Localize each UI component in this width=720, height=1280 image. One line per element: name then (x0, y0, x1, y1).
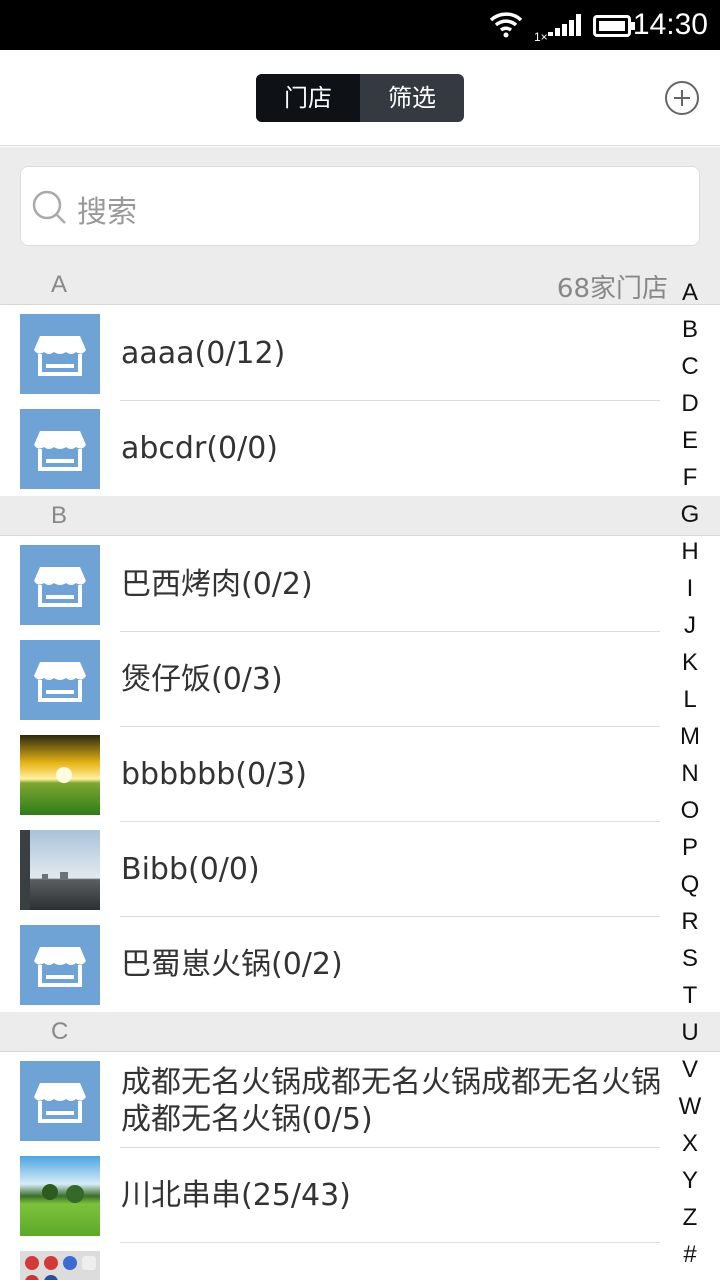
index-letter-e[interactable]: E (672, 422, 708, 459)
index-letter-t[interactable]: T (672, 977, 708, 1014)
index-letter-m[interactable]: M (672, 718, 708, 755)
section-header-c: C (0, 1012, 720, 1052)
index-letter-n[interactable]: N (672, 755, 708, 792)
list-item[interactable] (0, 1243, 665, 1280)
store-thumb (20, 1061, 100, 1141)
store-icon (20, 314, 100, 394)
index-letter-h[interactable]: H (672, 533, 708, 570)
alphabet-index[interactable]: A B C D E F G H I J K L M N O P Q R S T U V W X Y Z # (672, 274, 708, 1273)
index-letter-v[interactable]: V (672, 1051, 708, 1088)
store-thumb (20, 830, 100, 910)
list-item[interactable]: aaaa(0/12) (0, 306, 665, 401)
list-item[interactable]: 煲仔饭(0/3) (0, 632, 665, 727)
index-letter-q[interactable]: Q (672, 866, 708, 903)
tab-filter[interactable]: 筛选 (360, 74, 464, 122)
clock: 14:30 (632, 8, 708, 41)
index-letter-l[interactable]: L (672, 681, 708, 718)
section-header-a: A 68家门店 (0, 265, 720, 305)
list-item[interactable]: 川北串串(25/43) (0, 1148, 665, 1243)
section-letter: B (51, 502, 68, 529)
index-letter-s[interactable]: S (672, 940, 708, 977)
index-letter-g[interactable]: G (672, 496, 708, 533)
store-thumb (20, 545, 100, 625)
index-letter-f[interactable]: F (672, 459, 708, 496)
section-header-b: B (0, 496, 720, 536)
tab-stores[interactable]: 门店 (256, 74, 360, 122)
list-item[interactable]: abcdr(0/0) (0, 401, 665, 496)
index-letter-p[interactable]: P (672, 829, 708, 866)
status-bar: 1× 14:30 (0, 0, 720, 50)
meadow-photo (20, 1156, 100, 1236)
store-thumb (20, 925, 100, 1005)
index-letter-r[interactable]: R (672, 903, 708, 940)
list-item[interactable]: 巴西烤肉(0/2) (0, 537, 665, 632)
store-name: Bibb(0/0) (121, 852, 260, 887)
index-letter-x[interactable]: X (672, 1125, 708, 1162)
index-letter-y[interactable]: Y (672, 1162, 708, 1199)
section-letter: C (51, 1018, 69, 1045)
list-item[interactable]: Bibb(0/0) (0, 822, 665, 917)
index-letter-a[interactable]: A (672, 274, 708, 311)
index-letter-hash[interactable]: # (672, 1236, 708, 1273)
segmented-control: 门店 筛选 (256, 74, 464, 122)
app-grid-photo (20, 1251, 100, 1280)
store-name: abcdr(0/0) (121, 431, 278, 466)
index-letter-c[interactable]: C (672, 348, 708, 385)
search-area: 搜索 (0, 147, 720, 265)
network-label: 1× (534, 30, 548, 44)
store-icon (20, 925, 100, 1005)
store-thumb (20, 409, 100, 489)
store-name: 巴蜀崽火锅(0/2) (121, 947, 343, 982)
store-name (121, 1243, 665, 1280)
index-letter-k[interactable]: K (672, 644, 708, 681)
search-input[interactable]: 搜索 (20, 166, 700, 246)
index-letter-w[interactable]: W (672, 1088, 708, 1125)
section-letter: A (51, 271, 68, 298)
index-letter-j[interactable]: J (672, 607, 708, 644)
store-icon (20, 640, 100, 720)
store-thumb (20, 1156, 100, 1236)
store-thumb (20, 735, 100, 815)
index-letter-i[interactable]: I (672, 570, 708, 607)
battery-icon (593, 15, 635, 37)
store-name: 川北串串(25/43) (121, 1178, 351, 1213)
add-store-button[interactable] (665, 81, 699, 115)
store-thumb (20, 640, 100, 720)
sky-photo (20, 830, 100, 910)
store-name: bbbbbb(0/3) (121, 757, 307, 792)
store-name: 煲仔饭(0/3) (121, 662, 283, 697)
store-thumb (20, 314, 100, 394)
list-item[interactable]: 成都无名火锅成都无名火锅成都无名火锅成都无名火锅(0/5) (0, 1053, 665, 1148)
store-count: 68家门店 (556, 274, 668, 304)
list-item[interactable]: 巴蜀崽火锅(0/2) (0, 917, 665, 1012)
sunset-photo (20, 735, 100, 815)
top-bar: 门店 筛选 (0, 50, 720, 146)
index-letter-z[interactable]: Z (672, 1199, 708, 1236)
index-letter-u[interactable]: U (672, 1014, 708, 1051)
store-icon (20, 545, 100, 625)
index-letter-d[interactable]: D (672, 385, 708, 422)
index-letter-o[interactable]: O (672, 792, 708, 829)
search-placeholder: 搜索 (77, 195, 137, 230)
store-name: 巴西烤肉(0/2) (121, 567, 313, 602)
index-letter-b[interactable]: B (672, 311, 708, 348)
wifi-icon (489, 12, 523, 38)
search-icon (32, 190, 66, 224)
store-thumb (20, 1251, 100, 1280)
store-name: aaaa(0/12) (121, 336, 286, 371)
list-item[interactable]: bbbbbb(0/3) (0, 727, 665, 822)
store-name: 成都无名火锅成都无名火锅成都无名火锅成都无名火锅(0/5) (121, 1064, 661, 1137)
store-icon (20, 1061, 100, 1141)
store-icon (20, 409, 100, 489)
